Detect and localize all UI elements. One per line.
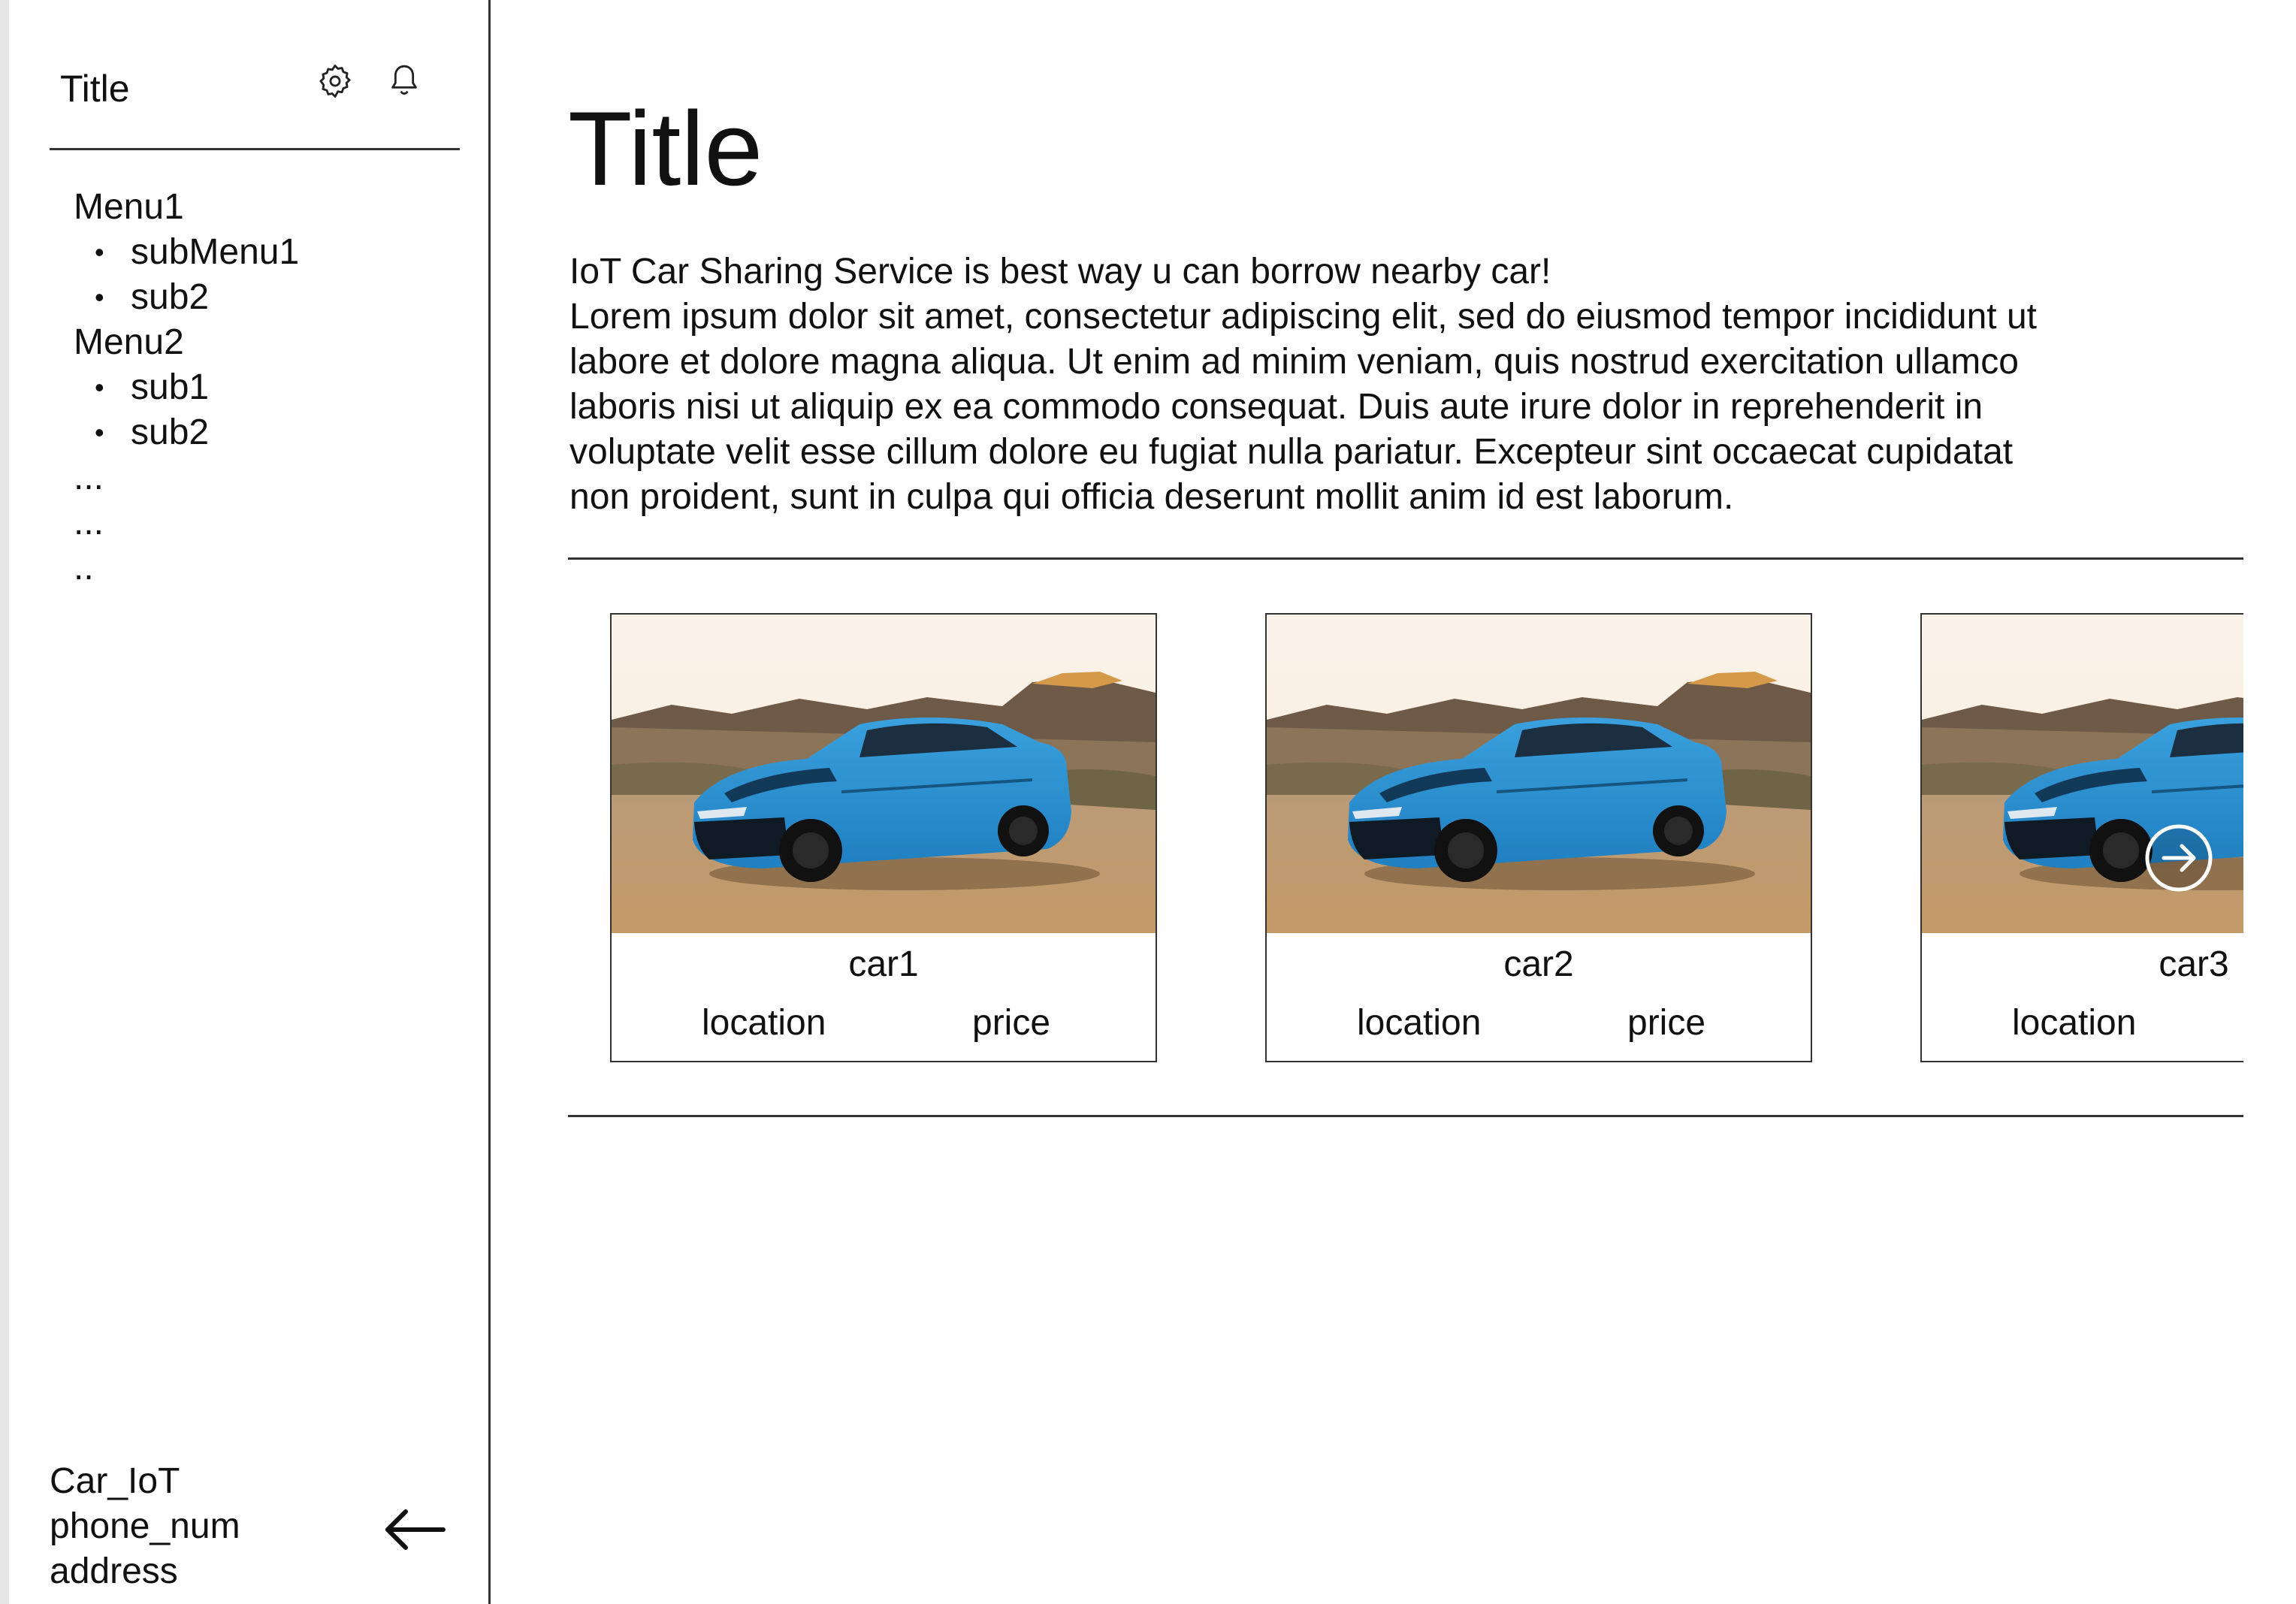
window-edge	[0, 0, 9, 1604]
gear-icon[interactable]	[314, 60, 356, 102]
submenu-item[interactable]: sub2	[95, 410, 299, 455]
car-price: price	[1627, 1003, 1706, 1043]
car-price: price	[972, 1003, 1051, 1043]
menu-item-menu1[interactable]: Menu1	[74, 185, 299, 230]
app-name: Car_IoT	[50, 1461, 180, 1501]
body-text: Lorem ipsum dolor sit amet, consectetur …	[569, 297, 2037, 517]
submenu-item[interactable]: sub1	[95, 365, 299, 410]
menu-ellipsis: ...	[74, 458, 104, 497]
page-title: Title	[568, 89, 763, 207]
arrow-left-icon[interactable]	[380, 1503, 448, 1557]
address: address	[50, 1551, 178, 1591]
submenu-item[interactable]: subMenu1	[95, 230, 299, 275]
divider	[568, 557, 2243, 560]
sidebar-footer: Car_IoT phone_num address	[50, 1459, 240, 1594]
main-content: Title IoT Car Sharing Service is best wa…	[568, 0, 2243, 1604]
submenu-item[interactable]: sub2	[95, 275, 299, 320]
menu-ellipsis: ...	[74, 503, 104, 542]
page: Title Menu1 subMenu1 sub2 Menu2	[0, 0, 2296, 1604]
car-image	[1267, 615, 1811, 933]
car-card[interactable]: car2 location price	[1265, 613, 1812, 1062]
submenu-menu1: subMenu1 sub2	[95, 230, 299, 320]
submenu-menu2: sub1 sub2	[95, 365, 299, 455]
sidebar-menu: Menu1 subMenu1 sub2 Menu2 sub1 sub2 ... …	[74, 185, 299, 591]
sidebar-header: Title	[50, 60, 460, 150]
car-image	[612, 615, 1156, 933]
arrow-right-circle-icon[interactable]	[2143, 822, 2215, 894]
sidebar: Title Menu1 subMenu1 sub2 Menu2	[9, 0, 491, 1604]
car-location: location	[702, 1003, 826, 1043]
menu-item-menu2[interactable]: Menu2	[74, 320, 299, 365]
car-carousel: car1 location price car2 location price …	[568, 613, 2243, 1064]
car-location: location	[2012, 1003, 2137, 1043]
car-name: car2	[1503, 944, 1574, 984]
phone-number: phone_num	[50, 1506, 240, 1546]
car-card[interactable]: car1 location price	[610, 613, 1157, 1062]
divider	[568, 1115, 2243, 1117]
car-name: car3	[2159, 944, 2229, 984]
sidebar-title: Title	[60, 68, 130, 110]
intro-line: IoT Car Sharing Service is best way u ca…	[569, 252, 1551, 291]
bell-icon[interactable]	[383, 60, 425, 102]
car-name: car1	[848, 944, 919, 984]
car-location: location	[1357, 1003, 1482, 1043]
intro-text: IoT Car Sharing Service is best way u ca…	[569, 249, 2222, 520]
menu-ellipsis: ..	[74, 548, 94, 588]
